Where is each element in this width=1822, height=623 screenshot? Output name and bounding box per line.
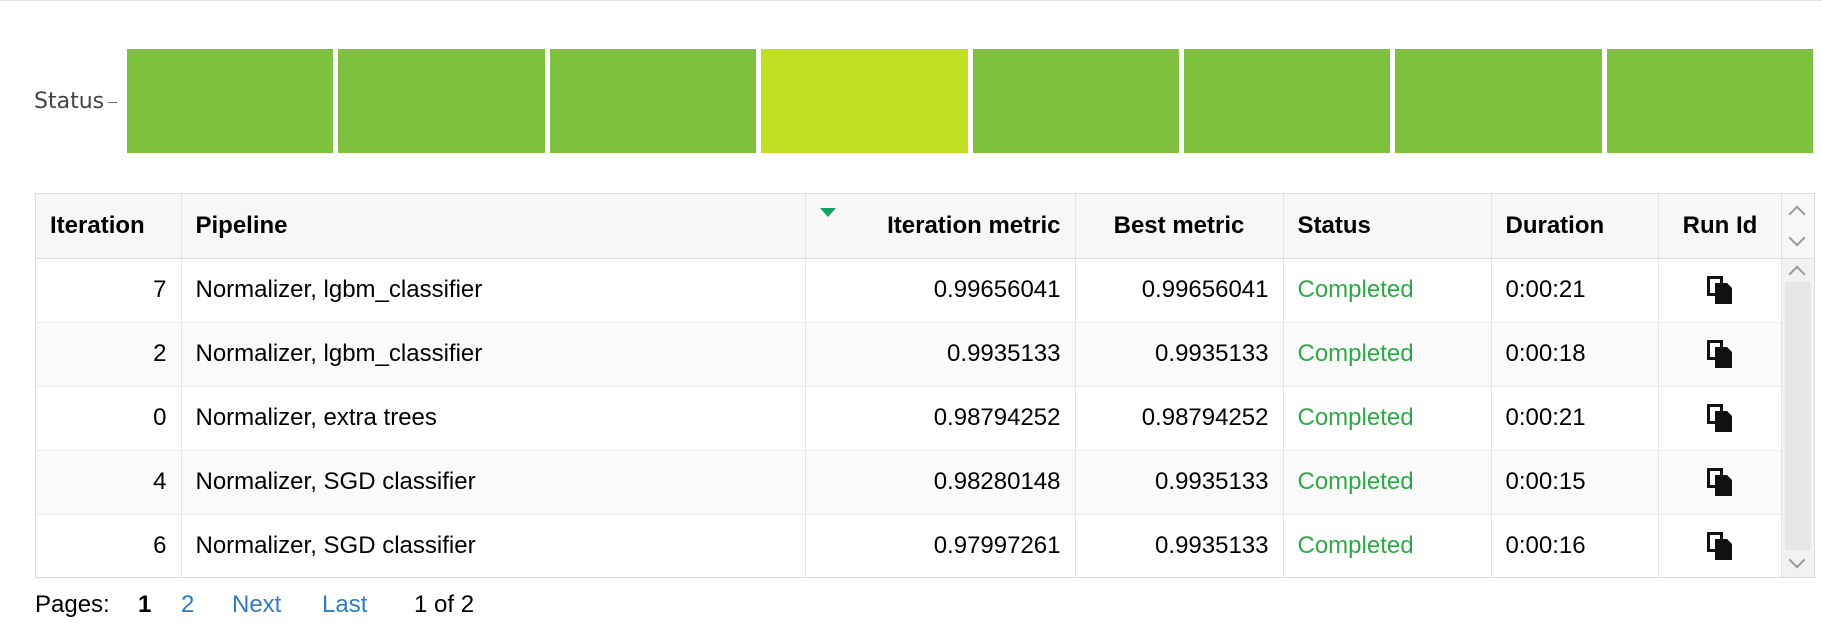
pager-label: Pages: [35,591,110,618]
status-cell[interactable] [549,49,757,153]
copy-icon[interactable] [1707,276,1733,305]
header-row: Iteration Pipeline Iteration metric Best… [36,194,1783,259]
cell-iteration: 2 [36,322,182,387]
table-row[interactable]: 4 Normalizer, SGD classifier 0.98280148 … [36,450,1783,515]
pager-page-2-link[interactable]: 2 [181,590,194,620]
cell-duration: 0:00:15 [1491,450,1659,515]
chevron-down-icon[interactable] [1788,229,1806,247]
col-header-duration[interactable]: Duration [1491,194,1659,259]
pager-summary: 1 of 2 [414,591,475,618]
cell-best-metric: 0.98794252 [1075,386,1284,451]
cell-pipeline: Normalizer, extra trees [181,386,806,451]
table-row[interactable]: 7 Normalizer, lgbm_classifier 0.99656041… [36,258,1783,323]
vertical-scrollbar[interactable] [1781,194,1814,577]
cell-duration: 0:00:16 [1491,514,1659,577]
cell-iteration: 4 [36,450,182,515]
col-header-iteration[interactable]: Iteration [36,194,182,259]
status-cells [127,49,1813,153]
cell-pipeline: Normalizer, SGD classifier [181,514,806,577]
col-header-pipeline[interactable]: Pipeline [181,194,806,259]
cell-duration: 0:00:21 [1491,386,1659,451]
cell-status: Completed [1283,386,1492,451]
cell-run-id [1658,514,1783,577]
scroll-thumb[interactable] [1785,282,1811,550]
scroll-down-icon[interactable] [1788,551,1806,569]
cell-iteration-metric: 0.99656041 [805,258,1076,323]
sort-descending-icon [819,208,836,217]
cell-duration: 0:00:21 [1491,258,1659,323]
cell-iteration-metric: 0.9935133 [805,322,1076,387]
cell-run-id [1658,450,1783,515]
status-cell[interactable] [1606,49,1813,153]
status-cell[interactable] [338,49,545,153]
cell-pipeline: Normalizer, lgbm_classifier [181,322,806,387]
copy-icon[interactable] [1707,532,1733,561]
runs-table: Iteration Pipeline Iteration metric Best… [35,193,1815,578]
cell-run-id [1658,258,1783,323]
top-divider [0,0,1822,1]
runs-grid: Iteration Pipeline Iteration metric Best… [36,194,1783,577]
scroll-up-icon[interactable] [1788,265,1806,283]
cell-iteration-metric: 0.97997261 [805,514,1076,577]
pager-current-page: 1 [138,591,152,618]
status-strip-label: Status [34,89,105,114]
cell-status: Completed [1283,450,1492,515]
status-cell[interactable] [761,49,968,153]
table-row[interactable]: 0 Normalizer, extra trees 0.98794252 0.9… [36,386,1783,451]
table-row[interactable]: 6 Normalizer, SGD classifier 0.97997261 … [36,514,1783,577]
cell-duration: 0:00:18 [1491,322,1659,387]
status-cell[interactable] [127,49,334,153]
cell-status: Completed [1283,322,1492,387]
col-header-status[interactable]: Status [1283,194,1492,259]
pager-last-link[interactable]: Last [322,590,367,620]
cell-status: Completed [1283,514,1492,577]
status-cell[interactable] [1183,49,1391,153]
copy-icon[interactable] [1707,340,1733,369]
cell-iteration: 0 [36,386,182,451]
table-row[interactable]: 2 Normalizer, lgbm_classifier 0.9935133 … [36,322,1783,387]
cell-pipeline: Normalizer, lgbm_classifier [181,258,806,323]
cell-best-metric: 0.9935133 [1075,514,1284,577]
col-header-best-metric[interactable]: Best metric [1075,194,1284,259]
cell-iteration-metric: 0.98794252 [805,386,1076,451]
col-header-run-id[interactable]: Run Id [1658,194,1783,259]
cell-run-id [1658,322,1783,387]
col-header-iteration-metric-label: Iteration metric [887,211,1061,239]
pager-next-link[interactable]: Next [232,590,281,620]
cell-best-metric: 0.9935133 [1075,322,1284,387]
col-header-iteration-metric[interactable]: Iteration metric [805,194,1076,259]
cell-iteration-metric: 0.98280148 [805,450,1076,515]
header-scroll-area [1782,194,1814,259]
cell-best-metric: 0.99656041 [1075,258,1284,323]
cell-best-metric: 0.9935133 [1075,450,1284,515]
status-cell[interactable] [1395,49,1602,153]
status-strip: Status [0,49,1822,153]
chevron-up-icon[interactable] [1788,205,1806,223]
cell-iteration: 7 [36,258,182,323]
cell-status: Completed [1283,258,1492,323]
cell-iteration: 6 [36,514,182,577]
cell-run-id [1658,386,1783,451]
cell-pipeline: Normalizer, SGD classifier [181,450,806,515]
status-cell[interactable] [972,49,1179,153]
copy-icon[interactable] [1707,468,1733,497]
copy-icon[interactable] [1707,404,1733,433]
status-axis-tick [108,102,117,103]
